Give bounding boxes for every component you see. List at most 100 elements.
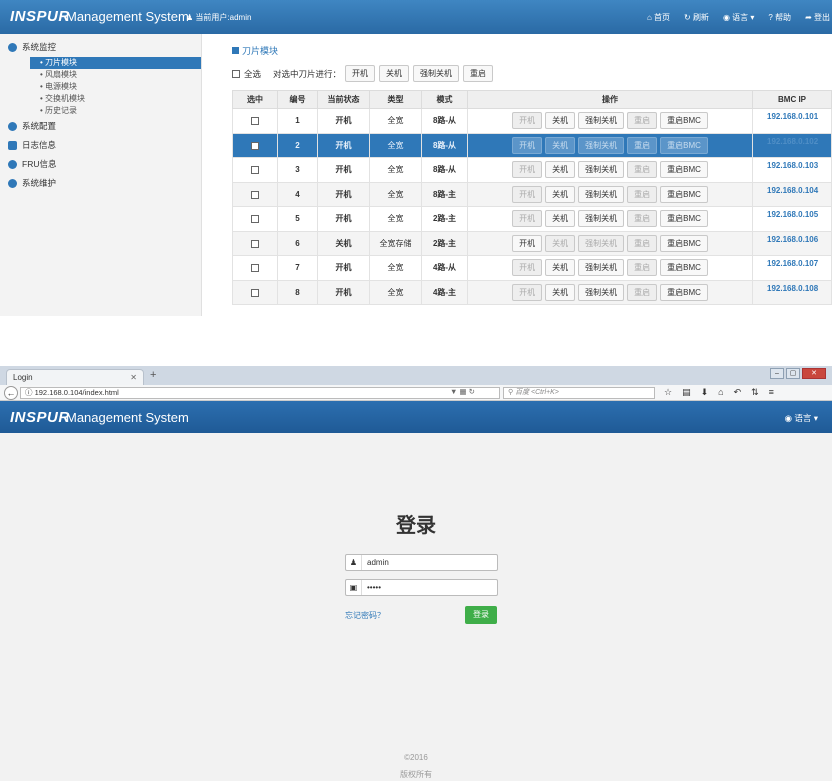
restart-button[interactable]: 重启 <box>627 210 658 228</box>
row-select-checkbox[interactable] <box>251 239 259 248</box>
row-select-checkbox[interactable] <box>251 288 259 297</box>
table-row[interactable]: 8 开机 全宽 4路-主 开机 关机 强制关机 重启 重启BMC 192.168.0.108 <box>232 279 832 305</box>
table-row[interactable]: 6 关机 全宽存储 2路-主 开机 关机 强制关机 重启 重启BMC 192.168.0.106 <box>232 230 832 256</box>
nav-logout[interactable]: ➦ 登出 <box>805 12 830 23</box>
select-all-checkbox[interactable] <box>232 69 240 78</box>
power-off-button[interactable]: 关机 <box>545 161 576 179</box>
table-row[interactable]: 1 开机 全宽 8路-从 开机 关机 强制关机 重启 重启BMC 192.168.0.101 <box>232 108 832 134</box>
power-on-button[interactable]: 开机 <box>512 283 543 301</box>
power-off-button[interactable]: 关机 <box>545 185 576 203</box>
table-row[interactable]: 7 开机 全宽 4路-从 开机 关机 强制关机 重启 重启BMC 192.168.0.107 <box>232 255 832 281</box>
sidebar-sub-blade[interactable]: • 刀片模块 <box>30 57 201 69</box>
username-field[interactable]: ♟ admin <box>345 554 498 571</box>
table-row[interactable]: 2 开机 全宽 8路-从 开机 关机 强制关机 重启 重启BMC 192.168.0.102 <box>232 132 832 158</box>
cell-bmc-ip[interactable]: 192.168.0.107 <box>752 255 832 281</box>
home-icon[interactable]: ⌂ <box>718 387 723 398</box>
power-on-button[interactable]: 开机 <box>512 112 543 130</box>
browser-tab[interactable]: Login ✕ <box>6 369 144 385</box>
restart-bmc-button[interactable]: 重启BMC <box>660 210 708 228</box>
power-off-button[interactable]: 关机 <box>545 283 576 301</box>
search-input[interactable]: ⚲ 百度 <Ctrl+K> <box>503 387 655 399</box>
login-button[interactable]: 登录 <box>465 606 497 624</box>
restart-bmc-button[interactable]: 重启BMC <box>660 283 708 301</box>
download-icon[interactable]: ⬇ <box>701 387 709 398</box>
nav-help[interactable]: ? 帮助 <box>768 12 791 23</box>
address-bar[interactable]: ⓘ 192.168.0.104/index.html <box>20 387 500 399</box>
sidebar-item-fru[interactable]: FRU信息 <box>0 155 201 174</box>
language-dropdown[interactable]: ◉ 语言 ▾ <box>785 412 818 424</box>
bookmarks-icon[interactable]: ▤ <box>682 387 691 398</box>
minimize-icon[interactable]: – <box>770 368 784 379</box>
row-select-checkbox[interactable] <box>251 190 259 199</box>
restart-button[interactable]: 重启 <box>627 234 658 252</box>
cell-bmc-ip[interactable]: 192.168.0.105 <box>752 206 832 232</box>
power-on-button[interactable]: 开机 <box>512 185 543 203</box>
cell-bmc-ip[interactable]: 192.168.0.106 <box>752 230 832 256</box>
cell-bmc-ip[interactable]: 192.168.0.102 <box>752 132 832 158</box>
power-off-button[interactable]: 关机 <box>545 234 576 252</box>
restart-button[interactable]: 重启 <box>627 283 658 301</box>
close-icon[interactable]: ✕ <box>130 370 137 385</box>
batch-power-on-button[interactable]: 开机 <box>345 65 376 82</box>
restart-button[interactable]: 重启 <box>627 161 658 179</box>
force-off-button[interactable]: 强制关机 <box>578 161 625 179</box>
sidebar-item-logs[interactable]: 日志信息 <box>0 136 201 155</box>
batch-force-off-button[interactable]: 强制关机 <box>413 65 460 82</box>
force-off-button[interactable]: 强制关机 <box>578 210 625 228</box>
force-off-button[interactable]: 强制关机 <box>578 283 625 301</box>
force-off-button[interactable]: 强制关机 <box>578 185 625 203</box>
row-select-checkbox[interactable] <box>251 166 259 175</box>
sidebar-sub-switch[interactable]: • 交换机模块 <box>0 93 201 105</box>
cell-bmc-ip[interactable]: 192.168.0.101 <box>752 108 832 134</box>
password-field[interactable]: ▣ ••••• <box>345 579 498 596</box>
sync-icon[interactable]: ⇅ <box>751 387 759 398</box>
force-off-button[interactable]: 强制关机 <box>578 259 625 277</box>
power-off-button[interactable]: 关机 <box>545 210 576 228</box>
sidebar-sub-fan[interactable]: • 风扇模块 <box>0 69 201 81</box>
batch-restart-button[interactable]: 重启 <box>463 65 494 82</box>
sidebar-sub-power[interactable]: • 电源模块 <box>0 81 201 93</box>
nav-refresh[interactable]: ↻ 刷新 <box>684 12 709 23</box>
force-off-button[interactable]: 强制关机 <box>578 112 625 130</box>
restart-button[interactable]: 重启 <box>627 259 658 277</box>
restart-button[interactable]: 重启 <box>627 112 658 130</box>
restart-bmc-button[interactable]: 重启BMC <box>660 185 708 203</box>
nav-language[interactable]: ◉ 语言 ▾ <box>723 12 754 23</box>
window-close-icon[interactable]: ✕ <box>802 368 826 379</box>
power-on-button[interactable]: 开机 <box>512 210 543 228</box>
restart-bmc-button[interactable]: 重启BMC <box>660 112 708 130</box>
maximize-icon[interactable]: ▢ <box>786 368 800 379</box>
restart-bmc-button[interactable]: 重启BMC <box>660 136 708 154</box>
power-on-button[interactable]: 开机 <box>512 259 543 277</box>
power-off-button[interactable]: 关机 <box>545 112 576 130</box>
cell-bmc-ip[interactable]: 192.168.0.103 <box>752 157 832 183</box>
force-off-button[interactable]: 强制关机 <box>578 234 625 252</box>
sidebar-sub-history[interactable]: • 历史记录 <box>0 105 201 117</box>
sidebar-item-monitor[interactable]: 系统监控 <box>0 38 201 57</box>
bookmark-star-icon[interactable]: ☆ <box>664 387 672 398</box>
forgot-password-link[interactable]: 忘记密码？ <box>345 610 385 621</box>
table-row[interactable]: 3 开机 全宽 8路-从 开机 关机 强制关机 重启 重启BMC 192.168.0.103 <box>232 157 832 183</box>
cell-bmc-ip[interactable]: 192.168.0.108 <box>752 279 832 305</box>
power-on-button[interactable]: 开机 <box>512 136 543 154</box>
sidebar-item-config[interactable]: 系统配置 <box>0 117 201 136</box>
power-on-button[interactable]: 开机 <box>512 161 543 179</box>
table-row[interactable]: 4 开机 全宽 8路-主 开机 关机 强制关机 重启 重启BMC 192.168.0.104 <box>232 181 832 207</box>
row-select-checkbox[interactable] <box>251 141 259 150</box>
nav-home[interactable]: ⌂ 首页 <box>647 12 670 23</box>
power-on-button[interactable]: 开机 <box>512 234 543 252</box>
restart-bmc-button[interactable]: 重启BMC <box>660 161 708 179</box>
force-off-button[interactable]: 强制关机 <box>578 136 625 154</box>
cell-bmc-ip[interactable]: 192.168.0.104 <box>752 181 832 207</box>
row-select-checkbox[interactable] <box>251 117 259 126</box>
row-select-checkbox[interactable] <box>251 264 259 273</box>
new-tab-icon[interactable]: + <box>150 369 156 381</box>
back-icon[interactable]: ← <box>4 386 18 400</box>
menu-icon[interactable]: ≡ <box>769 387 774 398</box>
table-row[interactable]: 5 开机 全宽 2路-主 开机 关机 强制关机 重启 重启BMC 192.168.0.105 <box>232 206 832 232</box>
restart-button[interactable]: 重启 <box>627 136 658 154</box>
restart-button[interactable]: 重启 <box>627 185 658 203</box>
restart-bmc-button[interactable]: 重启BMC <box>660 259 708 277</box>
power-off-button[interactable]: 关机 <box>545 259 576 277</box>
restart-bmc-button[interactable]: 重启BMC <box>660 234 708 252</box>
